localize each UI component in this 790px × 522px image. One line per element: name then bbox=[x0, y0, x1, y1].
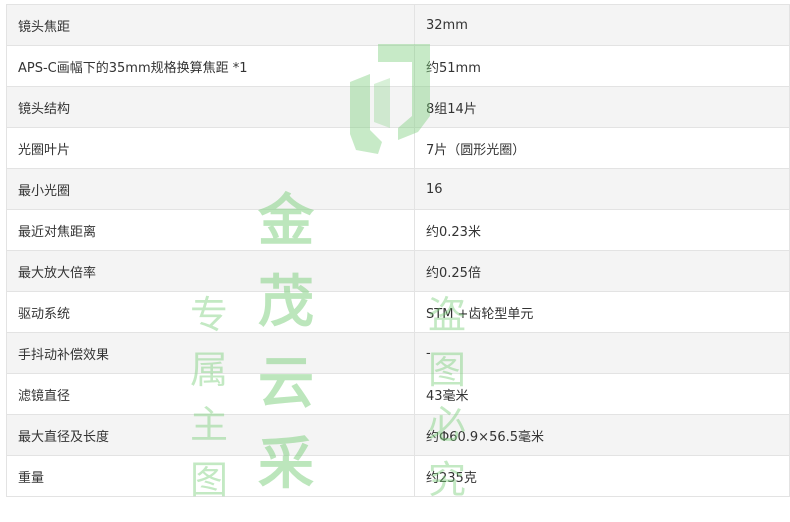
spec-label: 镜头结构 bbox=[6, 86, 415, 128]
spec-label: APS-C画幅下的35mm规格换算焦距 *1 bbox=[6, 45, 415, 87]
table-row: 镜头结构 8组14片 bbox=[6, 86, 790, 128]
spec-value: STM +齿轮型单元 bbox=[414, 291, 790, 333]
spec-label: 最近对焦距离 bbox=[6, 209, 415, 251]
spec-value: 约0.25倍 bbox=[414, 250, 790, 292]
spec-label: 镜头焦距 bbox=[6, 4, 415, 46]
spec-value: 43毫米 bbox=[414, 373, 790, 415]
spec-table: 镜头焦距 32mm APS-C画幅下的35mm规格换算焦距 *1 约51mm 镜头结… bbox=[6, 4, 790, 497]
table-row: 最大放大倍率 约0.25倍 bbox=[6, 250, 790, 292]
spec-value: 32mm bbox=[414, 4, 790, 46]
table-row: 最大直径及长度 约Φ60.9×56.5毫米 bbox=[6, 414, 790, 456]
table-row: 最小光圈 16 bbox=[6, 168, 790, 210]
spec-label: 最小光圈 bbox=[6, 168, 415, 210]
spec-label: 手抖动补偿效果 bbox=[6, 332, 415, 374]
spec-label: 驱动系统 bbox=[6, 291, 415, 333]
table-row: 重量 约235克 bbox=[6, 455, 790, 497]
spec-label: 滤镜直径 bbox=[6, 373, 415, 415]
spec-value: 约Φ60.9×56.5毫米 bbox=[414, 414, 790, 456]
spec-value: 约0.23米 bbox=[414, 209, 790, 251]
spec-value: 8组14片 bbox=[414, 86, 790, 128]
spec-value: 约51mm bbox=[414, 45, 790, 87]
table-row: 光圈叶片 7片（圆形光圈） bbox=[6, 127, 790, 169]
table-row: 手抖动补偿效果 - bbox=[6, 332, 790, 374]
spec-label: 重量 bbox=[6, 455, 415, 497]
table-row: 驱动系统 STM +齿轮型单元 bbox=[6, 291, 790, 333]
spec-label: 光圈叶片 bbox=[6, 127, 415, 169]
spec-label: 最大放大倍率 bbox=[6, 250, 415, 292]
spec-value: 7片（圆形光圈） bbox=[414, 127, 790, 169]
table-row: 镜头焦距 32mm bbox=[6, 4, 790, 46]
table-row: APS-C画幅下的35mm规格换算焦距 *1 约51mm bbox=[6, 45, 790, 87]
spec-value: - bbox=[414, 332, 790, 374]
spec-label: 最大直径及长度 bbox=[6, 414, 415, 456]
table-row: 最近对焦距离 约0.23米 bbox=[6, 209, 790, 251]
table-row: 滤镜直径 43毫米 bbox=[6, 373, 790, 415]
spec-value: 约235克 bbox=[414, 455, 790, 497]
spec-value: 16 bbox=[414, 168, 790, 210]
